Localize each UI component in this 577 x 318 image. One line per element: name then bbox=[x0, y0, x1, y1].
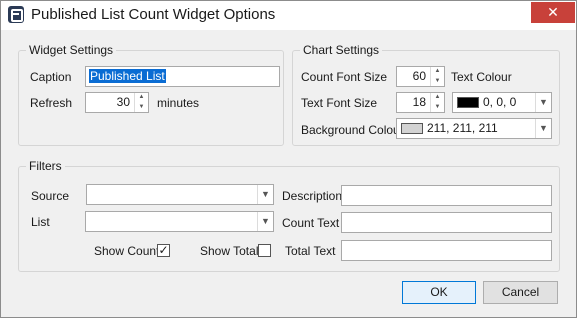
ok-button[interactable]: OK bbox=[402, 281, 476, 304]
description-label: Description bbox=[282, 189, 343, 203]
text-colour-select[interactable]: 0, 0, 0 ▼ bbox=[452, 92, 552, 113]
refresh-unit-label: minutes bbox=[157, 96, 200, 110]
close-button[interactable]: ✕ bbox=[531, 2, 575, 23]
text-font-size-spin-buttons: ▲ ▼ bbox=[430, 93, 444, 112]
background-colour-value: 211, 211, 211 bbox=[427, 121, 498, 135]
filters-legend: Filters bbox=[26, 159, 65, 173]
spin-up-icon[interactable]: ▲ bbox=[431, 67, 444, 76]
caption-input[interactable]: Published List bbox=[85, 66, 280, 87]
caption-label: Caption bbox=[30, 70, 72, 84]
source-label: Source bbox=[31, 189, 70, 203]
refresh-stepper[interactable]: 30 ▲ ▼ bbox=[85, 92, 149, 113]
description-input[interactable] bbox=[341, 185, 552, 206]
window-title: Published List Count Widget Options bbox=[31, 6, 276, 23]
checkmark-icon: ✓ bbox=[158, 243, 169, 257]
chevron-down-icon[interactable]: ▼ bbox=[535, 93, 551, 112]
count-font-size-spin-buttons: ▲ ▼ bbox=[430, 67, 444, 86]
spin-up-icon[interactable]: ▲ bbox=[431, 93, 444, 102]
background-colour-select[interactable]: 211, 211, 211 ▼ bbox=[396, 118, 552, 139]
text-font-size-stepper[interactable]: 18 ▲ ▼ bbox=[396, 92, 445, 113]
app-icon bbox=[8, 6, 24, 23]
widget-settings-legend: Widget Settings bbox=[26, 43, 117, 57]
dialog-window: Published List Count Widget Options ✕ Wi… bbox=[0, 0, 577, 318]
list-select[interactable]: ▼ bbox=[85, 211, 274, 232]
show-count-checkbox[interactable]: ✓ bbox=[157, 244, 170, 257]
text-font-size-value: 18 bbox=[412, 95, 426, 109]
total-text-input[interactable] bbox=[341, 240, 552, 261]
count-font-size-label: Count Font Size bbox=[301, 70, 388, 84]
show-count-label: Show Count bbox=[94, 244, 160, 258]
count-text-label: Count Text bbox=[282, 216, 340, 230]
caption-value: Published List bbox=[89, 69, 166, 83]
title-bar[interactable]: Published List Count Widget Options ✕ bbox=[1, 1, 576, 30]
text-colour-value: 0, 0, 0 bbox=[483, 95, 517, 109]
spin-up-icon[interactable]: ▲ bbox=[135, 93, 148, 102]
count-text-input[interactable] bbox=[341, 212, 552, 233]
show-total-label: Show Total bbox=[200, 244, 259, 258]
background-colour-swatch bbox=[401, 123, 423, 134]
refresh-value: 30 bbox=[116, 95, 130, 109]
close-icon: ✕ bbox=[547, 4, 559, 20]
text-font-size-label: Text Font Size bbox=[301, 96, 378, 110]
text-colour-swatch bbox=[457, 97, 479, 108]
source-select[interactable]: ▼ bbox=[86, 184, 274, 205]
spin-down-icon[interactable]: ▼ bbox=[431, 77, 444, 86]
text-colour-label: Text Colour bbox=[451, 70, 512, 84]
total-text-label: Total Text bbox=[285, 244, 336, 258]
cancel-button[interactable]: Cancel bbox=[483, 281, 558, 304]
refresh-spin-buttons: ▲ ▼ bbox=[134, 93, 148, 112]
background-colour-label: Background Colour bbox=[301, 123, 404, 137]
count-font-size-value: 60 bbox=[412, 69, 426, 83]
chart-settings-legend: Chart Settings bbox=[300, 43, 383, 57]
spin-down-icon[interactable]: ▼ bbox=[135, 103, 148, 112]
count-font-size-stepper[interactable]: 60 ▲ ▼ bbox=[396, 66, 445, 87]
refresh-label: Refresh bbox=[30, 96, 73, 110]
show-total-checkbox[interactable] bbox=[258, 244, 271, 257]
chevron-down-icon[interactable]: ▼ bbox=[535, 119, 551, 138]
list-label: List bbox=[31, 215, 50, 229]
chevron-down-icon[interactable]: ▼ bbox=[257, 185, 273, 204]
chevron-down-icon[interactable]: ▼ bbox=[257, 212, 273, 231]
spin-down-icon[interactable]: ▼ bbox=[431, 103, 444, 112]
